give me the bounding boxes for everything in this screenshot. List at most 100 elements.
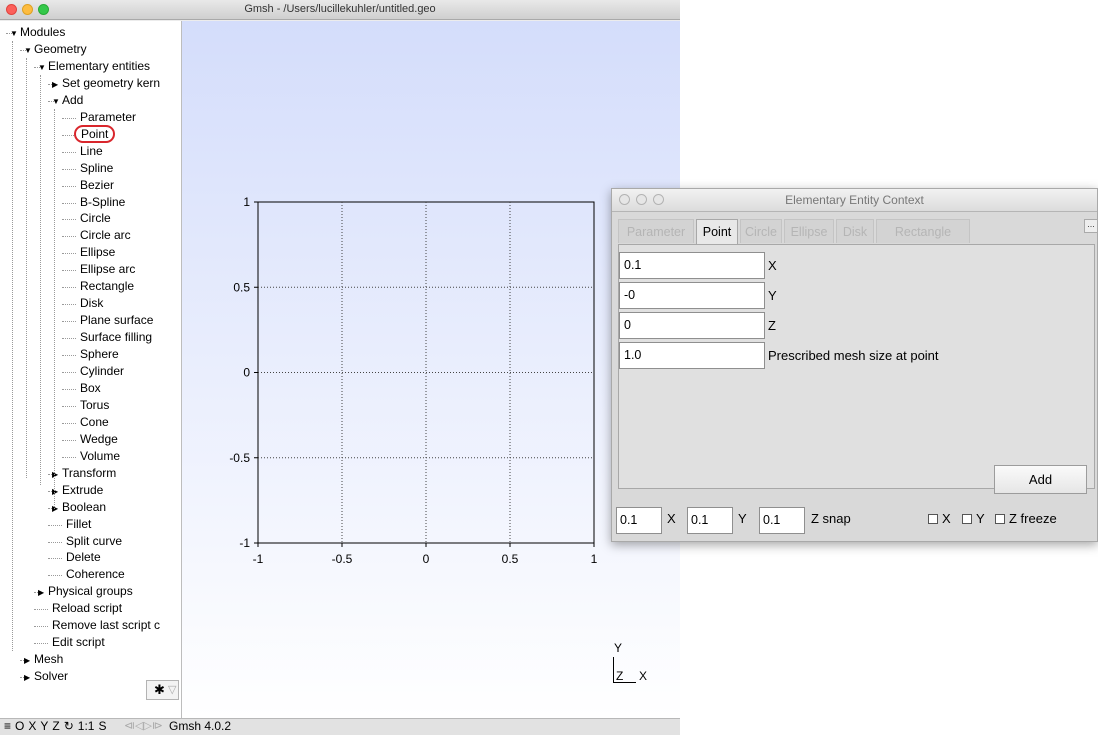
tree-item[interactable]: Parameter xyxy=(66,109,136,126)
tree-item[interactable]: Bezier xyxy=(66,177,114,194)
tree-item[interactable]: Point xyxy=(66,124,116,143)
tree-item[interactable]: ▶ Set geometry kern xyxy=(52,75,160,92)
tree-item-label: Sphere xyxy=(80,347,119,362)
freeze-z-checkbox[interactable] xyxy=(995,514,1005,524)
mesh-size-input[interactable]: 1.0 xyxy=(619,342,765,369)
tree-item-label: Delete xyxy=(66,550,101,565)
tree-item[interactable]: ▼ Elementary entities xyxy=(38,58,150,75)
status-tool-button[interactable]: Y xyxy=(40,719,48,733)
expanded-triangle-icon[interactable]: ▼ xyxy=(10,25,20,42)
tree-item[interactable]: Line xyxy=(66,143,103,160)
tree-item[interactable]: Wedge xyxy=(66,431,118,448)
tree-item[interactable]: Circle xyxy=(66,210,111,227)
tree-item-label: Cone xyxy=(80,414,109,429)
tree-item[interactable]: ▶ Extrude xyxy=(52,482,103,499)
tree-item-label: Ellipse xyxy=(80,245,116,260)
tree-item[interactable]: ▼ Add xyxy=(52,92,83,109)
tree-item[interactable]: Split curve xyxy=(52,533,122,550)
dialog-title-bar: Elementary Entity Context xyxy=(612,189,1097,212)
collapsed-triangle-icon[interactable]: ▶ xyxy=(38,584,48,601)
expanded-triangle-icon[interactable]: ▼ xyxy=(24,42,34,59)
module-tree[interactable]: ▼ Modules ▼ Geometry ▼ Elementary entities ▶ Se… xyxy=(0,21,182,718)
tab-circle[interactable]: Circle xyxy=(740,219,782,243)
y-coordinate-input[interactable]: -0 xyxy=(619,282,765,309)
tree-item[interactable]: Surface filling xyxy=(66,329,152,346)
collapsed-triangle-icon[interactable]: ▶ xyxy=(24,652,34,669)
tab-overflow-button[interactable]: … xyxy=(1084,219,1098,233)
tree-item[interactable]: ▼ Geometry xyxy=(24,41,87,58)
tree-item[interactable]: Disk xyxy=(66,295,103,312)
status-tool-button[interactable]: X xyxy=(28,719,36,733)
status-tool-button[interactable]: Z xyxy=(52,719,59,733)
tree-item[interactable]: ▶ Solver xyxy=(24,668,68,685)
collapsed-triangle-icon[interactable]: ▶ xyxy=(24,669,34,686)
tree-item[interactable]: Plane surface xyxy=(66,312,153,329)
collapsed-triangle-icon[interactable]: ▶ xyxy=(52,76,62,93)
x-tick-label: 0.5 xyxy=(502,552,519,566)
y-tick-label: -1 xyxy=(239,536,250,550)
tree-item[interactable]: Sphere xyxy=(66,346,119,363)
tree-item-label: Edit script xyxy=(52,635,105,650)
status-tool-button[interactable]: S xyxy=(98,719,106,733)
status-tool-button[interactable]: ↻ xyxy=(64,719,74,733)
tree-item[interactable]: Cylinder xyxy=(66,363,124,380)
tree-item[interactable]: ▶ Transform xyxy=(52,465,116,482)
tree-item[interactable]: B-Spline xyxy=(66,194,125,211)
tree-item[interactable]: Circle arc xyxy=(66,227,131,244)
x-coordinate-input[interactable]: 0.1 xyxy=(619,252,765,279)
freeze-x-checkbox[interactable] xyxy=(928,514,938,524)
tab-ellipse[interactable]: Ellipse xyxy=(784,219,834,243)
gear-icon[interactable]: ✱ xyxy=(154,681,165,699)
tree-item[interactable]: Delete xyxy=(52,549,101,566)
add-button[interactable]: Add xyxy=(994,465,1087,494)
y-tick-label: 1 xyxy=(243,195,250,209)
tree-item-label: Circle arc xyxy=(80,228,131,243)
tab-disk[interactable]: Disk xyxy=(836,219,874,243)
tree-item[interactable]: Volume xyxy=(66,448,120,465)
tree-item-label: Spline xyxy=(80,160,114,175)
x-tick-label: -0.5 xyxy=(332,552,353,566)
tree-item[interactable]: Torus xyxy=(66,397,109,414)
tree-item-label: B-Spline xyxy=(80,194,126,209)
status-tool-button[interactable]: O xyxy=(15,719,24,733)
tab-point[interactable]: Point xyxy=(696,219,738,245)
expanded-triangle-icon[interactable]: ▼ xyxy=(38,59,48,76)
tree-item[interactable]: ▶ Mesh xyxy=(24,651,63,668)
tree-guide-line xyxy=(54,109,55,509)
tree-item[interactable]: Coherence xyxy=(52,566,125,583)
tree-item-label: Point xyxy=(74,124,116,143)
tree-item[interactable]: Spline xyxy=(66,160,113,177)
status-tool-button[interactable]: ≡ xyxy=(4,719,11,733)
tree-item[interactable]: Rectangle xyxy=(66,278,134,295)
tree-item[interactable]: ▶ Boolean xyxy=(52,499,106,516)
tree-item[interactable]: Ellipse arc xyxy=(66,261,135,278)
tree-item[interactable]: ▼ Modules xyxy=(10,24,65,41)
tree-item[interactable]: Remove last script c xyxy=(38,617,160,634)
tree-item[interactable]: Reload script xyxy=(38,600,122,617)
expanded-triangle-icon[interactable]: ▼ xyxy=(52,93,62,110)
status-tools[interactable]: ≡ O X Y Z ↻ 1:1 S xyxy=(4,719,111,734)
freeze-y-checkbox[interactable] xyxy=(962,514,972,524)
tab-rectangle[interactable]: Rectangle xyxy=(876,219,970,243)
playback-controls[interactable]: ⧏◁▷⧐ xyxy=(124,719,163,734)
z-coordinate-input[interactable]: 0 xyxy=(619,312,765,339)
gmsh-main-window: Gmsh - /Users/lucillekuhler/untitled.geo… xyxy=(0,0,680,735)
snap-y-input[interactable]: 0.1 xyxy=(687,507,733,534)
tree-guide-line xyxy=(12,41,13,651)
tree-item[interactable]: Cone xyxy=(66,414,109,431)
title-bar: Gmsh - /Users/lucillekuhler/untitled.geo xyxy=(0,0,680,20)
snap-x-input[interactable]: 0.1 xyxy=(616,507,662,534)
tree-item[interactable]: Box xyxy=(66,380,101,397)
tree-item[interactable]: ▶ Physical groups xyxy=(38,583,133,600)
tab-parameter[interactable]: Parameter xyxy=(618,219,694,243)
window-title: Gmsh - /Users/lucillekuhler/untitled.geo xyxy=(244,3,436,15)
tree-item-label: Bezier xyxy=(80,177,115,192)
snap-z-input[interactable]: 0.1 xyxy=(759,507,805,534)
filter-icon[interactable]: ▽ xyxy=(168,681,176,699)
status-tool-button[interactable]: 1:1 xyxy=(78,719,95,733)
tree-guide-line xyxy=(26,58,27,478)
tree-item[interactable]: Ellipse xyxy=(66,244,115,261)
tree-item[interactable]: Fillet xyxy=(52,516,91,533)
graphics-canvas[interactable]: -1 -0.5 0 0.5 1 1 0.5 0 -0.5 -1 Y Z X xyxy=(182,21,680,718)
tree-item[interactable]: Edit script xyxy=(38,634,105,651)
